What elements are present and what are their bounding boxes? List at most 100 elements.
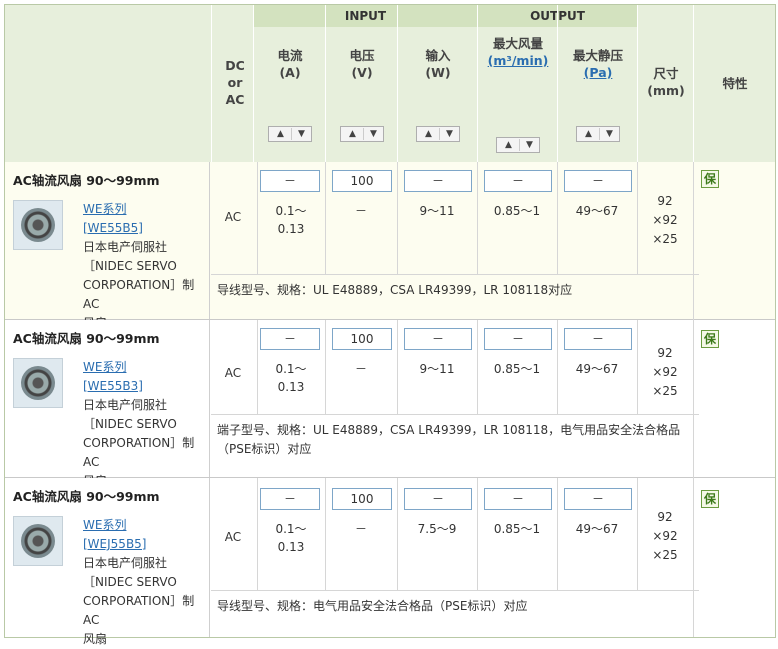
header-dc-label: DC bbox=[225, 58, 245, 73]
pressure-value: 49～67 bbox=[575, 204, 619, 218]
table-header: DC or AC INPUT OUTPUT 电流 (A) ▲ ▼ 电压 (V) bbox=[5, 5, 775, 163]
filter-airflow[interactable]: － bbox=[484, 488, 552, 510]
size-value: 92 ×92 ×25 bbox=[637, 192, 693, 249]
current-line: 0.13 bbox=[277, 380, 305, 394]
size-line: ×25 bbox=[652, 384, 678, 398]
model-link[interactable]: [WE55B5] bbox=[83, 221, 143, 235]
current-line: 0.1～ bbox=[275, 522, 307, 536]
series-link[interactable]: WE系列 bbox=[83, 360, 126, 374]
sort-up-icon[interactable]: ▲ bbox=[343, 128, 362, 140]
filter-airflow[interactable]: － bbox=[484, 170, 552, 192]
maker-line: CORPORATION］制AC bbox=[83, 594, 195, 627]
header-dc-ac-cell: DC or AC bbox=[211, 5, 257, 162]
voltage-value: － bbox=[354, 204, 367, 218]
filter-pressure[interactable]: － bbox=[564, 170, 632, 192]
header-pressure-cell: 最大静压 (Pa) ▲ ▼ bbox=[557, 5, 637, 162]
sort-down-icon[interactable]: ▼ bbox=[363, 128, 383, 140]
filter-input[interactable]: － bbox=[404, 488, 472, 510]
input-value: 9～11 bbox=[419, 362, 455, 376]
filter-pressure[interactable]: － bbox=[564, 488, 632, 510]
header-or-label: or bbox=[227, 75, 243, 90]
filter-voltage[interactable]: 100 bbox=[332, 328, 392, 350]
size-line: ×25 bbox=[652, 548, 678, 562]
current-line: 0.1～ bbox=[275, 204, 307, 218]
maker-line: CORPORATION］制AC bbox=[83, 436, 195, 469]
maker-line: 风扇 bbox=[83, 632, 108, 646]
input-value: 9～11 bbox=[419, 204, 455, 218]
product-table: DC or AC INPUT OUTPUT 电流 (A) ▲ ▼ 电压 (V) bbox=[4, 4, 776, 646]
fan-thumbnail[interactable] bbox=[13, 516, 63, 566]
header-airflow-cell: 最大风量 (m³/min) ▲ ▼ bbox=[477, 5, 557, 162]
warranty-badge-icon[interactable]: 保 bbox=[701, 490, 719, 508]
filter-current[interactable]: － bbox=[260, 488, 320, 510]
dc-ac-value: AC bbox=[224, 530, 242, 544]
product-description: WE系列 [WE55B3] 日本电产伺服社 ［NIDEC SERVO CORPO… bbox=[83, 358, 207, 491]
voltage-value: － bbox=[354, 522, 367, 536]
header-pressure-unit-link[interactable]: (Pa) bbox=[558, 64, 638, 81]
sort-up-icon[interactable]: ▲ bbox=[419, 128, 438, 140]
header-voltage-unit: (V) bbox=[351, 65, 373, 80]
warranty-badge-icon[interactable]: 保 bbox=[701, 330, 719, 348]
voltage-value: － bbox=[354, 362, 367, 376]
fan-icon bbox=[21, 524, 55, 558]
airflow-value: 0.85～1 bbox=[493, 204, 541, 218]
current-line: 0.1～ bbox=[275, 362, 307, 376]
series-link[interactable]: WE系列 bbox=[83, 202, 126, 216]
header-current-unit: (A) bbox=[279, 65, 301, 80]
header-name-cell bbox=[5, 5, 211, 162]
header-input-cell: 输入 (W) ▲ ▼ bbox=[397, 5, 477, 162]
size-line: ×92 bbox=[652, 365, 678, 379]
header-input-unit: (W) bbox=[425, 65, 451, 80]
filter-voltage[interactable]: 100 bbox=[332, 170, 392, 192]
current-value: 0.1～ 0.13 bbox=[257, 520, 325, 556]
filter-input[interactable]: － bbox=[404, 170, 472, 192]
maker-line: ［NIDEC SERVO bbox=[83, 417, 177, 431]
header-size-cell: 尺寸 (mm) bbox=[637, 5, 693, 162]
header-feature-cell: 特性 bbox=[693, 5, 775, 162]
model-link[interactable]: [WEJ55B5] bbox=[83, 537, 147, 551]
sort-up-icon[interactable]: ▲ bbox=[579, 128, 598, 140]
filter-airflow[interactable]: － bbox=[484, 328, 552, 350]
fan-thumbnail[interactable] bbox=[13, 358, 63, 408]
header-current-cell: 电流 (A) ▲ ▼ bbox=[253, 5, 325, 162]
sort-down-icon[interactable]: ▼ bbox=[439, 128, 459, 140]
header-size-unit: (mm) bbox=[647, 83, 685, 98]
model-link[interactable]: [WE55B3] bbox=[83, 379, 143, 393]
filter-input[interactable]: － bbox=[404, 328, 472, 350]
header-voltage-title: 电压 bbox=[349, 48, 375, 63]
airflow-value: 0.85～1 bbox=[493, 522, 541, 536]
filter-current[interactable]: － bbox=[260, 328, 320, 350]
product-title: AC轴流风扇 90～99mm bbox=[13, 173, 160, 188]
fan-icon bbox=[21, 208, 55, 242]
header-airflow-title: 最大风量 bbox=[492, 36, 543, 51]
input-value: 7.5～9 bbox=[417, 522, 457, 536]
current-value: 0.1～ 0.13 bbox=[257, 360, 325, 396]
header-feature-title: 特性 bbox=[722, 76, 748, 91]
product-title: AC轴流风扇 90～99mm bbox=[13, 489, 160, 504]
sort-pressure: ▲ ▼ bbox=[576, 126, 620, 142]
sort-down-icon[interactable]: ▼ bbox=[519, 139, 539, 151]
sort-up-icon[interactable]: ▲ bbox=[271, 128, 290, 140]
fan-thumbnail[interactable] bbox=[13, 200, 63, 250]
sort-airflow: ▲ ▼ bbox=[496, 137, 540, 153]
size-value: 92 ×92 ×25 bbox=[637, 344, 693, 401]
current-line: 0.13 bbox=[277, 222, 305, 236]
sort-down-icon[interactable]: ▼ bbox=[599, 128, 619, 140]
maker-line: ［NIDEC SERVO bbox=[83, 575, 177, 589]
warranty-badge-icon[interactable]: 保 bbox=[701, 170, 719, 188]
maker-line: CORPORATION］制AC bbox=[83, 278, 195, 311]
series-link[interactable]: WE系列 bbox=[83, 518, 126, 532]
sort-down-icon[interactable]: ▼ bbox=[291, 128, 311, 140]
header-size-title: 尺寸 bbox=[653, 66, 679, 81]
header-current-title: 电流 bbox=[277, 48, 303, 63]
size-line: ×92 bbox=[652, 213, 678, 227]
current-value: 0.1～ 0.13 bbox=[257, 202, 325, 238]
filter-pressure[interactable]: － bbox=[564, 328, 632, 350]
header-airflow-unit-link[interactable]: (m³/min) bbox=[478, 52, 558, 69]
filter-current[interactable]: － bbox=[260, 170, 320, 192]
header-pressure-title: 最大静压 bbox=[572, 48, 623, 63]
pressure-value: 49～67 bbox=[575, 522, 619, 536]
filter-voltage[interactable]: 100 bbox=[332, 488, 392, 510]
sort-up-icon[interactable]: ▲ bbox=[499, 139, 518, 151]
product-cell: AC轴流风扇 90～99mm WE系列 [WEJ55B5] 日本电产伺服社 ［N… bbox=[5, 478, 210, 646]
